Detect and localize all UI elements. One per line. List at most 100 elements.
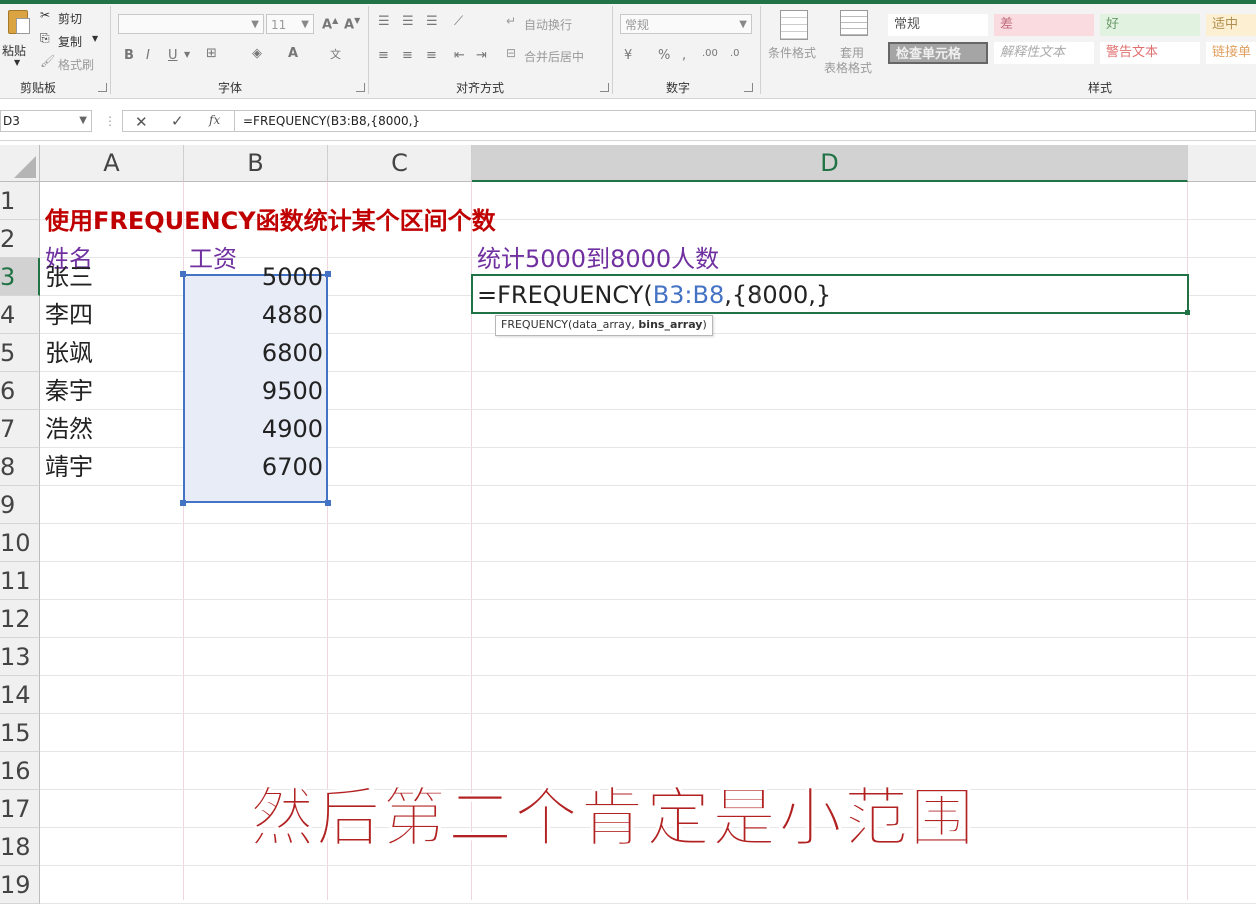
cell-a8-name[interactable]: 靖宇 (45, 448, 93, 486)
formula-input[interactable]: =FREQUENCY(B3:B8,{8000,} (234, 110, 1256, 132)
paste-button[interactable]: 粘贴 ▼ (2, 8, 32, 68)
cell-d2-stat-label[interactable]: 统计5000到8000人数 (477, 240, 719, 278)
style-explanatory[interactable]: 解释性文本 (994, 42, 1094, 64)
font-color-icon[interactable]: A (288, 46, 298, 61)
conditional-format-button[interactable]: 条件格式 (768, 8, 822, 68)
align-center-icon[interactable]: ≡ (402, 48, 413, 63)
copy-button[interactable]: ⎘ 复制 ▼ (40, 31, 100, 49)
font-size-combo[interactable]: 11 ▼ (266, 14, 314, 34)
row-header-15[interactable]: 15 (0, 714, 40, 752)
row-header-13[interactable]: 13 (0, 638, 40, 676)
cut-button[interactable]: ✂ 剪切 (40, 8, 100, 26)
row-header-7[interactable]: 7 (0, 410, 40, 448)
row-header-17[interactable]: 17 (0, 790, 40, 828)
more-options-icon[interactable]: ⋮ (104, 114, 116, 128)
function-tooltip[interactable]: FREQUENCY(data_array, bins_array) (495, 315, 713, 336)
name-box[interactable]: D3 ▼ (0, 110, 92, 132)
row-header-1[interactable]: 1 (0, 182, 40, 220)
row-header-3[interactable]: 3 (0, 258, 40, 296)
column-header-c[interactable]: C (328, 145, 472, 182)
indent-icon[interactable]: ⇥ (476, 48, 487, 63)
align-middle-icon[interactable]: ☰ (402, 14, 414, 29)
row-header-6[interactable]: 6 (0, 372, 40, 410)
style-neutral[interactable]: 适中 (1206, 14, 1256, 36)
style-linked[interactable]: 链接单 (1206, 42, 1256, 64)
decrease-decimal-icon[interactable]: .0 (730, 48, 740, 59)
column-header-a[interactable]: A (40, 145, 184, 182)
align-right-icon[interactable]: ≡ (426, 48, 437, 63)
format-as-table-button[interactable]: 套用 表格格式 (824, 8, 882, 75)
outdent-icon[interactable]: ⇤ (454, 48, 465, 63)
phonetic-icon[interactable]: 文 (330, 46, 341, 62)
align-bottom-icon[interactable]: ☰ (426, 14, 438, 29)
underline-icon[interactable]: U (168, 48, 178, 63)
row-header-12[interactable]: 12 (0, 600, 40, 638)
row-header-8[interactable]: 8 (0, 448, 40, 486)
column-header-b[interactable]: B (184, 145, 328, 182)
row-header-2[interactable]: 2 (0, 220, 40, 258)
row-header-10[interactable]: 10 (0, 524, 40, 562)
style-good[interactable]: 好 (1100, 14, 1200, 36)
shrink-font-icon[interactable]: A▼ (344, 16, 360, 32)
font-name-combo[interactable]: ▼ (118, 14, 264, 34)
fill-color-icon[interactable]: ◈ (252, 46, 262, 61)
cell-d3-edit-text[interactable]: =FREQUENCY(B3:B8,{8000,} (477, 276, 831, 314)
cell-a1-title[interactable]: 使用FREQUENCY函数统计某个区间个数 (45, 202, 496, 240)
cell-b4-salary[interactable]: 4880 (184, 296, 323, 334)
align-top-icon[interactable]: ☰ (378, 14, 390, 29)
cell-b5-salary[interactable]: 6800 (184, 334, 323, 372)
gridline (40, 751, 1256, 752)
row-header-4[interactable]: 4 (0, 296, 40, 334)
cell-b6-salary[interactable]: 9500 (184, 372, 323, 410)
comma-icon[interactable]: , (682, 48, 686, 63)
style-bad[interactable]: 差 (994, 14, 1094, 36)
row-header-18[interactable]: 18 (0, 828, 40, 866)
font-launcher-icon[interactable] (356, 83, 365, 92)
cancel-icon[interactable]: ✕ (135, 113, 148, 131)
column-header-e[interactable] (1188, 145, 1256, 182)
cell-a6-name[interactable]: 秦宇 (45, 372, 93, 410)
wrap-text-button[interactable]: ↵ 自动换行 (506, 14, 586, 34)
cell-b3-salary[interactable]: 5000 (184, 258, 323, 296)
row-header-16[interactable]: 16 (0, 752, 40, 790)
currency-icon[interactable]: ¥ (624, 48, 632, 63)
border-icon[interactable]: ⊞ (206, 46, 217, 61)
align-left-icon[interactable]: ≡ (378, 48, 389, 63)
style-normal[interactable]: 常规 (888, 14, 988, 36)
insert-function-icon[interactable]: fx (209, 113, 220, 127)
cell-a3-name[interactable]: 张三 (45, 258, 93, 296)
chevron-down-icon[interactable]: ▼ (184, 50, 190, 59)
row-header-9[interactable]: 9 (0, 486, 40, 524)
merge-center-label: 合并后居中 (524, 50, 585, 64)
orientation-icon[interactable]: ⟋ (454, 14, 463, 29)
row-header-5[interactable]: 5 (0, 334, 40, 372)
percent-icon[interactable]: % (658, 48, 670, 63)
style-warning[interactable]: 警告文本 (1100, 42, 1200, 64)
range-handle[interactable] (325, 500, 331, 506)
number-format-combo[interactable]: 常规 ▼ (620, 14, 752, 34)
style-check-cell[interactable]: 检查单元格 (888, 42, 988, 64)
clipboard-launcher-icon[interactable] (98, 83, 107, 92)
row-header-11[interactable]: 11 (0, 562, 40, 600)
merge-center-button[interactable]: ⊟ 合并后居中 (506, 46, 606, 66)
row-header-19[interactable]: 19 (0, 866, 40, 904)
cell-b7-salary[interactable]: 4900 (184, 410, 323, 448)
column-header-d[interactable]: D (472, 145, 1188, 182)
fill-handle[interactable] (1185, 310, 1190, 315)
select-all-corner[interactable] (0, 145, 40, 182)
alignment-launcher-icon[interactable] (600, 83, 609, 92)
enter-icon[interactable]: ✓ (171, 112, 184, 130)
bold-icon[interactable]: B (124, 48, 134, 63)
row-header-14[interactable]: 14 (0, 676, 40, 714)
format-painter-button[interactable]: 🖌 格式刷 (40, 54, 100, 72)
increase-decimal-icon[interactable]: .00 (702, 48, 718, 59)
grow-font-icon[interactable]: A▲ (322, 16, 338, 32)
number-launcher-icon[interactable] (744, 83, 753, 92)
italic-icon[interactable]: I (146, 48, 150, 63)
range-handle[interactable] (325, 271, 331, 277)
range-handle[interactable] (180, 500, 186, 506)
cell-a4-name[interactable]: 李四 (45, 296, 93, 334)
cell-a5-name[interactable]: 张飒 (45, 334, 93, 372)
cell-a7-name[interactable]: 浩然 (45, 410, 93, 448)
cell-b8-salary[interactable]: 6700 (184, 448, 323, 486)
